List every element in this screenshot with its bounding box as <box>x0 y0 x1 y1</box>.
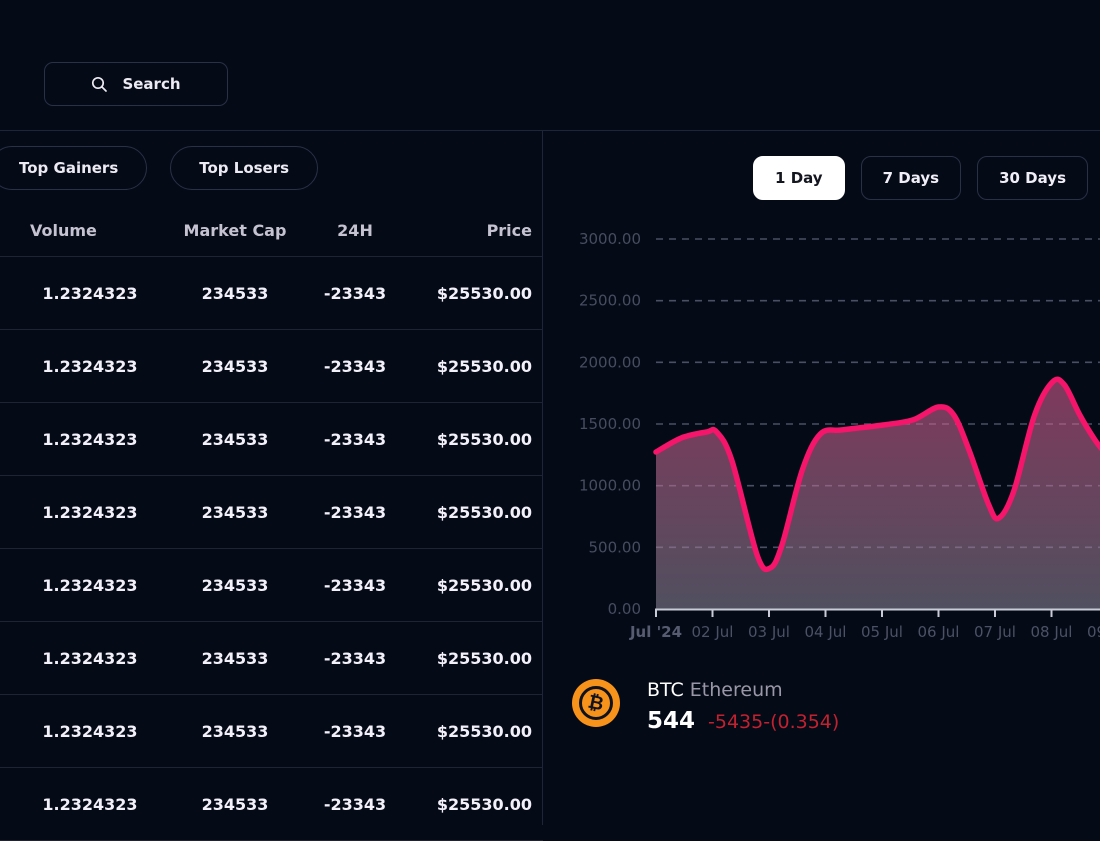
x-axis-label: 08 Jul <box>1031 623 1073 641</box>
table-row[interactable]: 1.2324323234533-23343$25530.00 <box>0 476 543 549</box>
coin-change: -5435-(0.354) <box>708 711 839 733</box>
table-row[interactable]: 1.2324323234533-23343$25530.00 <box>0 549 543 622</box>
x-axis-label: 06 Jul <box>918 623 960 641</box>
table-cell: $25530.00 <box>420 284 532 303</box>
table-cell: 234533 <box>180 284 290 303</box>
table-row[interactable]: 1.2324323234533-23343$25530.00 <box>0 695 543 768</box>
table-cell: -23343 <box>290 284 420 303</box>
table-cell: 1.2324323 <box>0 284 180 303</box>
tab-top-gainers[interactable]: Top Gainers <box>0 146 147 190</box>
y-axis-label: 2500.00 <box>579 292 641 310</box>
table-cell: $25530.00 <box>420 576 532 595</box>
coin-info: ₿ BTC Ethereum 544 -5435-(0.354) <box>572 677 839 734</box>
column-header-market-cap: Market Cap <box>180 221 290 240</box>
coin-text: BTC Ethereum 544 -5435-(0.354) <box>647 677 839 734</box>
x-axis-label: 07 Jul <box>974 623 1016 641</box>
table-cell: 234533 <box>180 357 290 376</box>
bitcoin-icon: ₿ <box>572 679 620 727</box>
x-axis-label: Jul '24 <box>629 623 682 641</box>
coin-symbol: BTC <box>647 679 684 701</box>
search-label: Search <box>122 75 180 93</box>
tab-top-losers[interactable]: Top Losers <box>170 146 318 190</box>
coin-price-row: 544 -5435-(0.354) <box>647 708 839 734</box>
x-axis-label: 02 Jul <box>692 623 734 641</box>
coin-name: Ethereum <box>690 679 783 701</box>
y-axis-label: 1000.00 <box>579 477 641 495</box>
table-cell: -23343 <box>290 649 420 668</box>
table-cell: -23343 <box>290 795 420 814</box>
table-cell: 234533 <box>180 503 290 522</box>
search-input[interactable]: Search <box>44 62 228 106</box>
market-list-panel: Top Gainers Top Losers VolumeMarket Cap24… <box>0 131 543 825</box>
tab-row: Top Gainers Top Losers <box>0 146 318 190</box>
table-cell: $25530.00 <box>420 795 532 814</box>
table-cell: 234533 <box>180 795 290 814</box>
bitcoin-icon-ring: ₿ <box>579 686 613 720</box>
table-cell: 234533 <box>180 722 290 741</box>
table-header-row: VolumeMarket Cap24HPrice <box>0 205 543 257</box>
table-cell: -23343 <box>290 576 420 595</box>
table-cell: 234533 <box>180 430 290 449</box>
y-axis-label: 0.00 <box>608 600 641 618</box>
x-axis-label: 04 Jul <box>805 623 847 641</box>
table-cell: -23343 <box>290 357 420 376</box>
y-axis-label: 2000.00 <box>579 353 641 371</box>
y-axis-label: 3000.00 <box>579 230 641 248</box>
table-cell: $25530.00 <box>420 430 532 449</box>
chart-panel: 1 Day7 Days30 Days 0.00500.001000.001500… <box>544 131 1100 825</box>
table-cell: $25530.00 <box>420 503 532 522</box>
table-cell: $25530.00 <box>420 357 532 376</box>
table-cell: $25530.00 <box>420 649 532 668</box>
bitcoin-glyph: ₿ <box>586 692 605 714</box>
x-axis-label: 05 Jul <box>861 623 903 641</box>
table-cell: 1.2324323 <box>0 722 180 741</box>
column-header-price: Price <box>420 221 532 240</box>
table-row[interactable]: 1.2324323234533-23343$25530.00 <box>0 330 543 403</box>
topbar: Search <box>0 0 1100 131</box>
x-axis-label: 09 Jul <box>1087 623 1100 641</box>
table-cell: 1.2324323 <box>0 357 180 376</box>
table-cell: 234533 <box>180 576 290 595</box>
table-row[interactable]: 1.2324323234533-23343$25530.00 <box>0 257 543 330</box>
coin-price: 544 <box>647 708 695 734</box>
y-axis-label: 1500.00 <box>579 415 641 433</box>
coin-title: BTC Ethereum <box>647 677 839 703</box>
table-cell: -23343 <box>290 430 420 449</box>
market-table: VolumeMarket Cap24HPrice 1.2324323234533… <box>0 205 543 841</box>
table-cell: $25530.00 <box>420 722 532 741</box>
table-cell: 1.2324323 <box>0 649 180 668</box>
table-cell: -23343 <box>290 722 420 741</box>
table-cell: 1.2324323 <box>0 795 180 814</box>
table-cell: 1.2324323 <box>0 430 180 449</box>
table-row[interactable]: 1.2324323234533-23343$25530.00 <box>0 622 543 695</box>
table-cell: 1.2324323 <box>0 503 180 522</box>
table-cell: 234533 <box>180 649 290 668</box>
search-icon <box>91 76 108 93</box>
table-cell: 1.2324323 <box>0 576 180 595</box>
table-body: 1.2324323234533-23343$25530.001.23243232… <box>0 257 543 841</box>
x-axis-label: 03 Jul <box>748 623 790 641</box>
column-header-volume: Volume <box>0 221 180 240</box>
table-cell: -23343 <box>290 503 420 522</box>
column-header-24h: 24H <box>290 221 420 240</box>
table-row[interactable]: 1.2324323234533-23343$25530.00 <box>0 768 543 841</box>
table-row[interactable]: 1.2324323234533-23343$25530.00 <box>0 403 543 476</box>
y-axis-label: 500.00 <box>589 538 642 556</box>
